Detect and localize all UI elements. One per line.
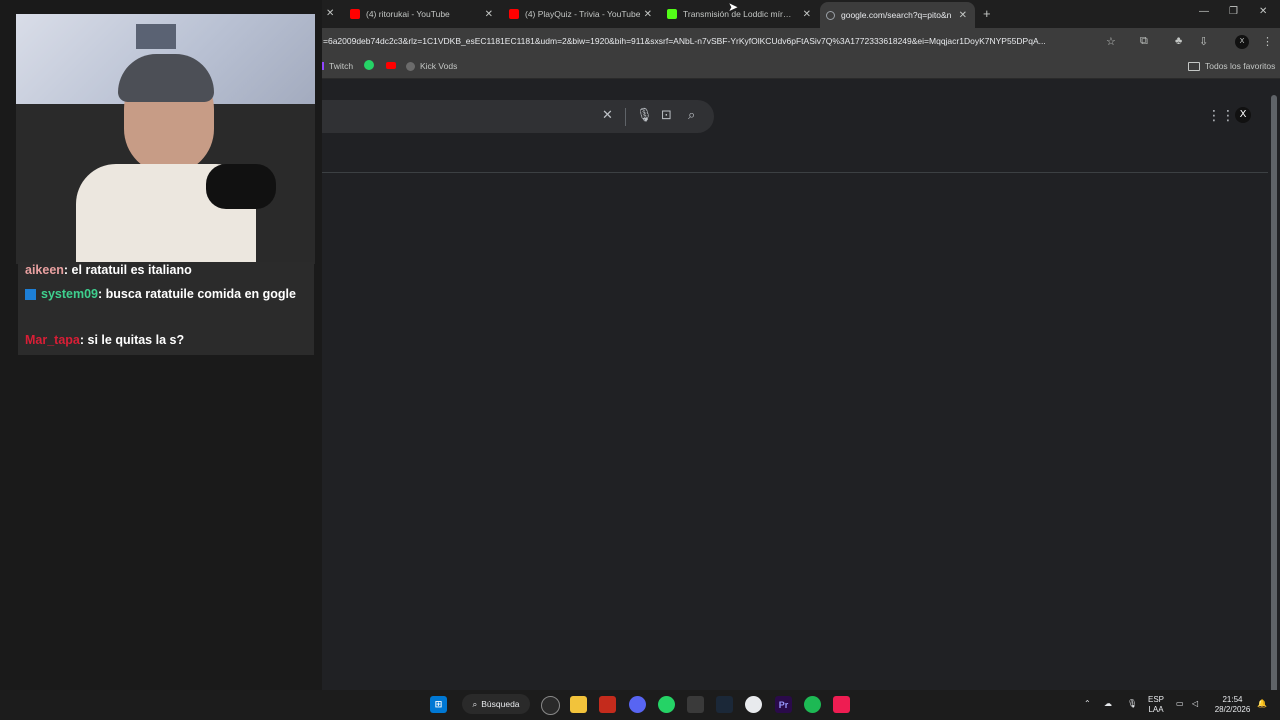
- microphone-icon[interactable]: 🎙: [636, 107, 653, 123]
- close-icon[interactable]: ✕: [485, 9, 493, 20]
- notification-icon[interactable]: 🔔: [1257, 699, 1267, 709]
- tab-title: (4) PlayQuiz - Trivia - YouTube: [525, 9, 641, 19]
- cloud-icon[interactable]: ☁: [1104, 699, 1112, 709]
- youtube-icon: [350, 9, 360, 19]
- microphone-shape: [206, 164, 276, 209]
- app-icon[interactable]: [687, 696, 704, 713]
- close-icon[interactable]: ✕: [803, 9, 811, 20]
- microphone-icon[interactable]: 🎙: [1127, 699, 1137, 709]
- new-tab-icon[interactable]: +: [983, 6, 991, 21]
- volume-icon[interactable]: ◁: [1192, 699, 1198, 709]
- tab-google-search[interactable]: google.com/search?q=pito&n ✕: [820, 2, 975, 28]
- language-indicator[interactable]: ESP LAA: [1148, 695, 1164, 715]
- shelf-shape: [136, 24, 176, 49]
- whatsapp-icon[interactable]: [658, 696, 675, 713]
- bookmark-twitch[interactable]: Twitch: [322, 61, 353, 71]
- chevron-up-icon[interactable]: ⌃: [1084, 699, 1091, 709]
- twitch-icon: [322, 62, 324, 70]
- scrollbar[interactable]: [1268, 79, 1280, 707]
- tabs-divider: [322, 172, 1268, 173]
- app-icon[interactable]: [599, 696, 616, 713]
- tab-kick-loddic[interactable]: Transmisión de Loddic mírala e ✕: [667, 4, 813, 24]
- premiere-icon[interactable]: Pr: [775, 696, 792, 713]
- search-icon: ⌕: [472, 698, 478, 709]
- bookmark-label: Kick Vods: [420, 61, 458, 71]
- chrome-icon[interactable]: [745, 696, 762, 713]
- all-favorites-folder[interactable]: Todos los favoritos: [1188, 61, 1275, 71]
- chat-overlay: aikeen: el ratatuil es italiano system09…: [18, 262, 314, 355]
- clear-icon[interactable]: ✕: [602, 107, 613, 123]
- chat-text: : si le quitas la s?: [79, 333, 185, 347]
- account-avatar[interactable]: Ⅹ: [1235, 107, 1251, 123]
- windows-start-icon[interactable]: ⊞: [430, 696, 447, 713]
- time: 21:54: [1222, 695, 1243, 704]
- lang-bottom: LAA: [1148, 705, 1164, 714]
- youtube-icon: [509, 9, 519, 19]
- tab-title: google.com/search?q=pito&n: [841, 10, 952, 20]
- kick-icon: [667, 9, 677, 19]
- task-icon[interactable]: [541, 696, 560, 715]
- search-divider: [625, 108, 626, 126]
- search-input[interactable]: [322, 100, 714, 133]
- file-explorer-icon[interactable]: [570, 696, 587, 713]
- tab-title: Transmisión de Loddic mírala e: [683, 9, 795, 19]
- spotify-icon[interactable]: [804, 696, 821, 713]
- tab-playquiz[interactable]: (4) PlayQuiz - Trivia - YouTube ✕: [509, 4, 654, 24]
- discord-icon[interactable]: [629, 696, 646, 713]
- date: 28/2/2026: [1214, 705, 1251, 714]
- tiktok-icon[interactable]: [833, 696, 850, 713]
- chat-username: Mar_tapa: [25, 333, 80, 347]
- menu-kebab-icon[interactable]: ⋮: [1262, 35, 1273, 48]
- close-icon[interactable]: ✕: [959, 10, 967, 21]
- close-icon[interactable]: ✕: [326, 8, 334, 19]
- mouse-cursor-icon: ➤: [728, 0, 739, 14]
- bookmark-star-icon[interactable]: ☆: [1106, 35, 1116, 48]
- chat-message: system09: busca ratatuile comida en gogl…: [25, 284, 310, 304]
- apps-grid-icon[interactable]: ⋮⋮: [1207, 107, 1235, 124]
- chat-message: aikeen: el ratatuil es italiano: [25, 260, 310, 276]
- taskbar-search[interactable]: ⌕ Búsqueda: [462, 694, 530, 714]
- tab-ritorukai[interactable]: (4) ritorukai - YouTube ✕: [350, 4, 495, 24]
- close-icon[interactable]: ✕: [644, 9, 652, 20]
- bookmark-label: Twitch: [329, 61, 354, 71]
- bookmark-kick-vods[interactable]: Kick Vods: [406, 61, 457, 71]
- address-bar[interactable]: =6a2009deb74dc2c3&rlz=1C1VDKB_esEC1181EC…: [323, 36, 1098, 46]
- folder-icon: [1188, 61, 1200, 71]
- profile-avatar[interactable]: Ⅹ: [1235, 35, 1249, 49]
- webcam-feed: [16, 14, 315, 264]
- whatsapp-icon[interactable]: [364, 60, 374, 70]
- hair-shape: [118, 54, 214, 102]
- chat-username: system09: [41, 287, 98, 301]
- network-icon[interactable]: ▭: [1176, 699, 1184, 709]
- youtube-icon[interactable]: [386, 62, 396, 69]
- badge-icon: [25, 289, 36, 301]
- extensions-icon[interactable]: ⧉: [1140, 35, 1148, 48]
- restore-icon[interactable]: ❐: [1229, 6, 1238, 17]
- search-label: Búsqueda: [481, 699, 520, 709]
- scrollbar-thumb[interactable]: [1271, 95, 1277, 707]
- kick-vods-icon: [406, 61, 415, 71]
- downloads-icon[interactable]: ⇩: [1199, 35, 1208, 48]
- steam-icon[interactable]: [716, 696, 733, 713]
- chat-message: Mar_tapa: si le quitas la s?: [25, 330, 310, 350]
- chat-text: : busca ratatuile comida en gogle: [98, 287, 296, 301]
- close-window-icon[interactable]: ✕: [1259, 6, 1267, 17]
- chat-text: : el ratatuil es italiano: [63, 263, 192, 276]
- search-icon[interactable]: ⌕: [688, 107, 695, 123]
- extension-icon[interactable]: ♣: [1175, 35, 1182, 47]
- lens-icon[interactable]: ⊡: [661, 107, 672, 123]
- chat-username: aikeen: [25, 263, 64, 276]
- google-icon: [826, 10, 835, 20]
- bookmark-label: Todos los favoritos: [1205, 61, 1276, 71]
- tab-title: (4) ritorukai - YouTube: [366, 9, 450, 19]
- clock[interactable]: 21:54 28/2/2026: [1210, 695, 1255, 715]
- minimize-icon[interactable]: —: [1199, 6, 1209, 17]
- lang-top: ESP: [1148, 695, 1165, 704]
